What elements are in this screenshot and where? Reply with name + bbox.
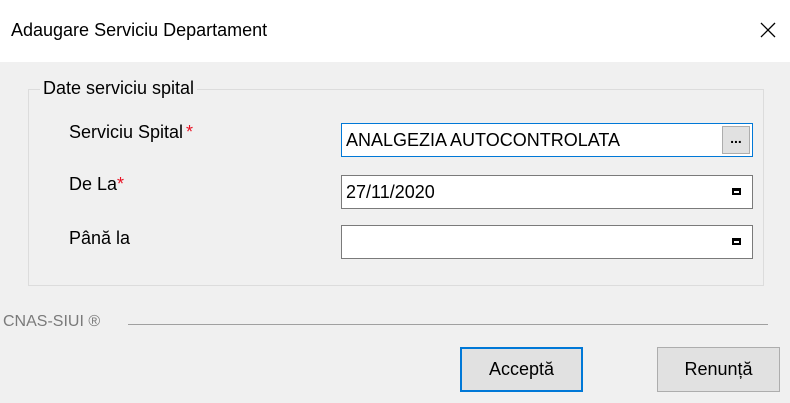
browse-button[interactable]: ... [722,126,750,154]
title-bar: Adaugare Serviciu Departament [0,0,790,62]
de-la-date-field[interactable]: 27/11/2020 [341,175,753,209]
calendar-icon[interactable] [732,238,741,245]
pana-la-label-text: Până la [69,228,131,248]
de-la-value: 27/11/2020 [346,182,435,202]
required-mark: * [117,174,125,194]
cancel-button[interactable]: Renunță [657,347,780,392]
serviciu-spital-value: ANALGEZIA AUTOCONTROLATA [346,130,621,150]
close-icon [760,22,776,38]
group-legend: Date serviciu spital [40,78,198,99]
de-la-label-text: De La [69,174,118,194]
close-button[interactable] [746,10,790,50]
de-la-label: De La* [69,174,124,195]
serviciu-spital-field[interactable]: ANALGEZIA AUTOCONTROLATA ... [341,123,753,157]
required-mark: * [186,122,194,142]
serviciu-spital-label-text: Serviciu Spital [69,122,184,142]
serviciu-spital-label: Serviciu Spital * [69,122,193,143]
calendar-icon[interactable] [732,188,741,195]
window-title: Adaugare Serviciu Departament [11,20,268,40]
accept-button[interactable]: Acceptă [460,347,583,392]
brand-label: CNAS-SIUI ® [3,313,101,330]
footer-divider [128,324,768,325]
pana-la-date-field[interactable] [341,225,753,259]
pana-la-label: Până la [69,228,130,249]
